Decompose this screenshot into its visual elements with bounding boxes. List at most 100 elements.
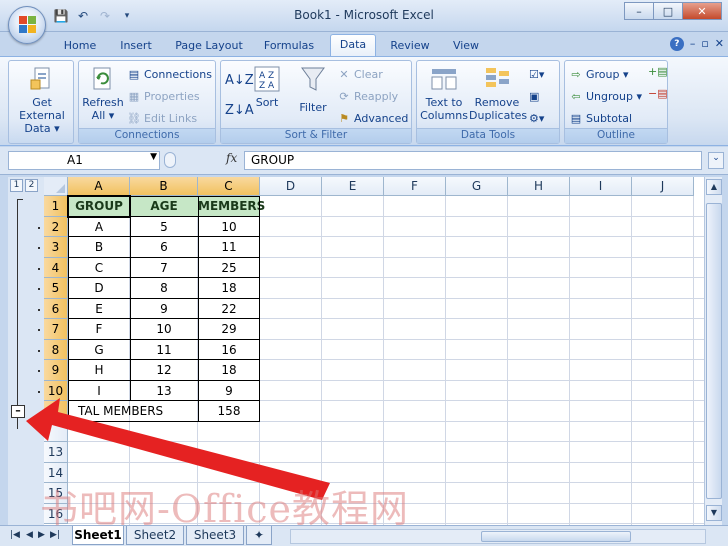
expand-formula-bar-icon[interactable]: ⌄ — [708, 152, 724, 169]
maximize-button[interactable]: □ — [653, 2, 683, 20]
table-cell[interactable]: 29 — [198, 319, 260, 339]
horizontal-scrollbar[interactable] — [290, 529, 706, 544]
data-validation-icon[interactable]: ☑▾ — [529, 65, 544, 83]
vertical-scroll-thumb[interactable] — [706, 203, 722, 499]
column-header-g[interactable]: G — [446, 177, 508, 196]
table-cell[interactable]: A — [68, 217, 130, 237]
tab-formulas[interactable]: Formulas — [258, 36, 320, 56]
row-header[interactable]: 4 — [44, 257, 68, 278]
table-cell[interactable]: 16 — [198, 340, 260, 360]
remove-duplicates-button[interactable]: Remove Duplicates — [469, 65, 527, 122]
insert-function-icon[interactable]: fx — [226, 151, 237, 165]
row-header[interactable] — [44, 421, 68, 442]
column-header-i[interactable]: I — [570, 177, 632, 196]
table-cell[interactable]: 5 — [130, 217, 198, 237]
table-cell[interactable]: 22 — [198, 299, 260, 319]
row-header[interactable]: 14 — [44, 462, 68, 483]
get-external-data-button[interactable]: Get External Data ▾ — [9, 65, 75, 135]
properties-button[interactable]: ▦ Properties — [127, 87, 200, 105]
horizontal-scroll-thumb[interactable] — [481, 531, 631, 542]
table-cell[interactable]: 11 — [130, 340, 198, 360]
table-cell[interactable]: TAL MEMBERS — [68, 401, 198, 421]
first-sheet-icon[interactable]: |◀ — [10, 530, 20, 540]
edit-links-button[interactable]: ⛓ Edit Links — [127, 109, 197, 127]
name-box-dropdown-icon[interactable]: ▼ — [150, 152, 157, 162]
table-cell[interactable]: D — [68, 278, 130, 298]
row-header[interactable]: 3 — [44, 237, 68, 258]
table-cell[interactable]: 11 — [198, 237, 260, 257]
table-cell[interactable]: F — [68, 319, 130, 339]
column-header-j[interactable]: J — [632, 177, 694, 196]
tab-page-layout[interactable]: Page Layout — [170, 36, 248, 56]
table-cell[interactable]: 9 — [130, 299, 198, 319]
consolidate-icon[interactable]: ▣ — [529, 87, 539, 105]
tab-data[interactable]: Data — [330, 34, 376, 57]
vertical-scrollbar[interactable]: ▲ ▼ — [704, 177, 722, 525]
table-cell[interactable]: 10 — [198, 217, 260, 237]
last-sheet-icon[interactable]: ▶| — [50, 530, 60, 540]
filter-button[interactable]: Filter — [293, 65, 333, 114]
table-cell[interactable]: G — [68, 340, 130, 360]
subtotal-button[interactable]: ▤ Subtotal — [569, 109, 632, 127]
prev-sheet-icon[interactable]: ◀ — [26, 530, 33, 540]
table-cell[interactable]: 158 — [198, 401, 260, 421]
formula-input[interactable]: GROUP — [244, 151, 702, 170]
table-cell[interactable]: H — [68, 360, 130, 380]
column-header-h[interactable]: H — [508, 177, 570, 196]
tab-insert[interactable]: Insert — [112, 36, 160, 56]
text-to-columns-button[interactable]: Text to Columns — [419, 65, 469, 122]
ungroup-button[interactable]: ⇦ Ungroup ▾ — [569, 87, 642, 105]
insert-sheet-icon[interactable]: ✦ — [246, 526, 272, 545]
sheet-tab-1[interactable]: Sheet1 — [72, 526, 124, 545]
advanced-button[interactable]: ⚑ Advanced — [337, 109, 408, 127]
table-cell[interactable]: 12 — [130, 360, 198, 380]
column-header-c[interactable]: C — [198, 177, 260, 196]
table-cell[interactable]: MEMBERS — [198, 196, 265, 216]
table-cell[interactable]: C — [68, 258, 130, 278]
row-header[interactable]: 9 — [44, 360, 68, 381]
sheet-tab-3[interactable]: Sheet3 — [186, 526, 244, 545]
row-header[interactable]: 7 — [44, 319, 68, 340]
collapse-group-button[interactable]: – — [11, 405, 25, 418]
connections-button[interactable]: ▤ Connections — [127, 65, 212, 83]
office-button[interactable] — [8, 6, 46, 44]
table-cell[interactable]: 10 — [130, 319, 198, 339]
table-cell[interactable]: AGE — [130, 196, 198, 216]
table-cell[interactable]: I — [68, 381, 130, 401]
worksheet-grid[interactable]: A B C D E F G H I J 1 2 3 4 5 6 7 8 9 10 13 14 15 16 GROUP AGE MEM… — [44, 177, 704, 525]
hide-detail-icon[interactable]: −▤ — [648, 84, 668, 102]
table-cell[interactable]: B — [68, 237, 130, 257]
scroll-up-icon[interactable]: ▲ — [706, 179, 722, 195]
table-cell[interactable]: 8 — [130, 278, 198, 298]
row-header[interactable]: 16 — [44, 503, 68, 524]
group-button[interactable]: ⇨ Group ▾ — [569, 65, 628, 83]
table-cell[interactable]: 18 — [198, 278, 260, 298]
column-header-a[interactable]: A — [68, 177, 130, 196]
tab-review[interactable]: Review — [386, 36, 434, 56]
sort-button[interactable]: A ZZ A Sort — [249, 65, 285, 109]
row-header[interactable]: 6 — [44, 298, 68, 319]
table-cell[interactable]: 13 — [130, 381, 198, 401]
row-header[interactable] — [44, 401, 68, 422]
tab-view[interactable]: View — [444, 36, 488, 56]
help-icon[interactable]: ? — [669, 37, 684, 51]
name-box[interactable]: A1 ▼ — [8, 151, 160, 170]
row-header[interactable]: 2 — [44, 216, 68, 237]
column-header-b[interactable]: B — [130, 177, 198, 196]
table-cell[interactable]: 7 — [130, 258, 198, 278]
show-detail-icon[interactable]: +▤ — [648, 62, 668, 80]
tab-home[interactable]: Home — [56, 36, 104, 56]
outline-level-2-button[interactable]: 2 — [25, 179, 38, 192]
sheet-tab-2[interactable]: Sheet2 — [126, 526, 184, 545]
row-header[interactable]: 8 — [44, 339, 68, 360]
formula-bar-splitter[interactable] — [164, 152, 176, 168]
close-button[interactable]: ✕ — [682, 2, 722, 20]
clear-button[interactable]: ✕ Clear — [337, 65, 382, 83]
table-cell[interactable]: E — [68, 299, 130, 319]
select-all-button[interactable] — [44, 177, 68, 196]
next-sheet-icon[interactable]: ▶ — [38, 530, 45, 540]
outline-level-1-button[interactable]: 1 — [10, 179, 23, 192]
column-header-d[interactable]: D — [260, 177, 322, 196]
ribbon-restore-icon[interactable]: ▫ — [701, 37, 708, 51]
row-header[interactable]: 5 — [44, 278, 68, 299]
